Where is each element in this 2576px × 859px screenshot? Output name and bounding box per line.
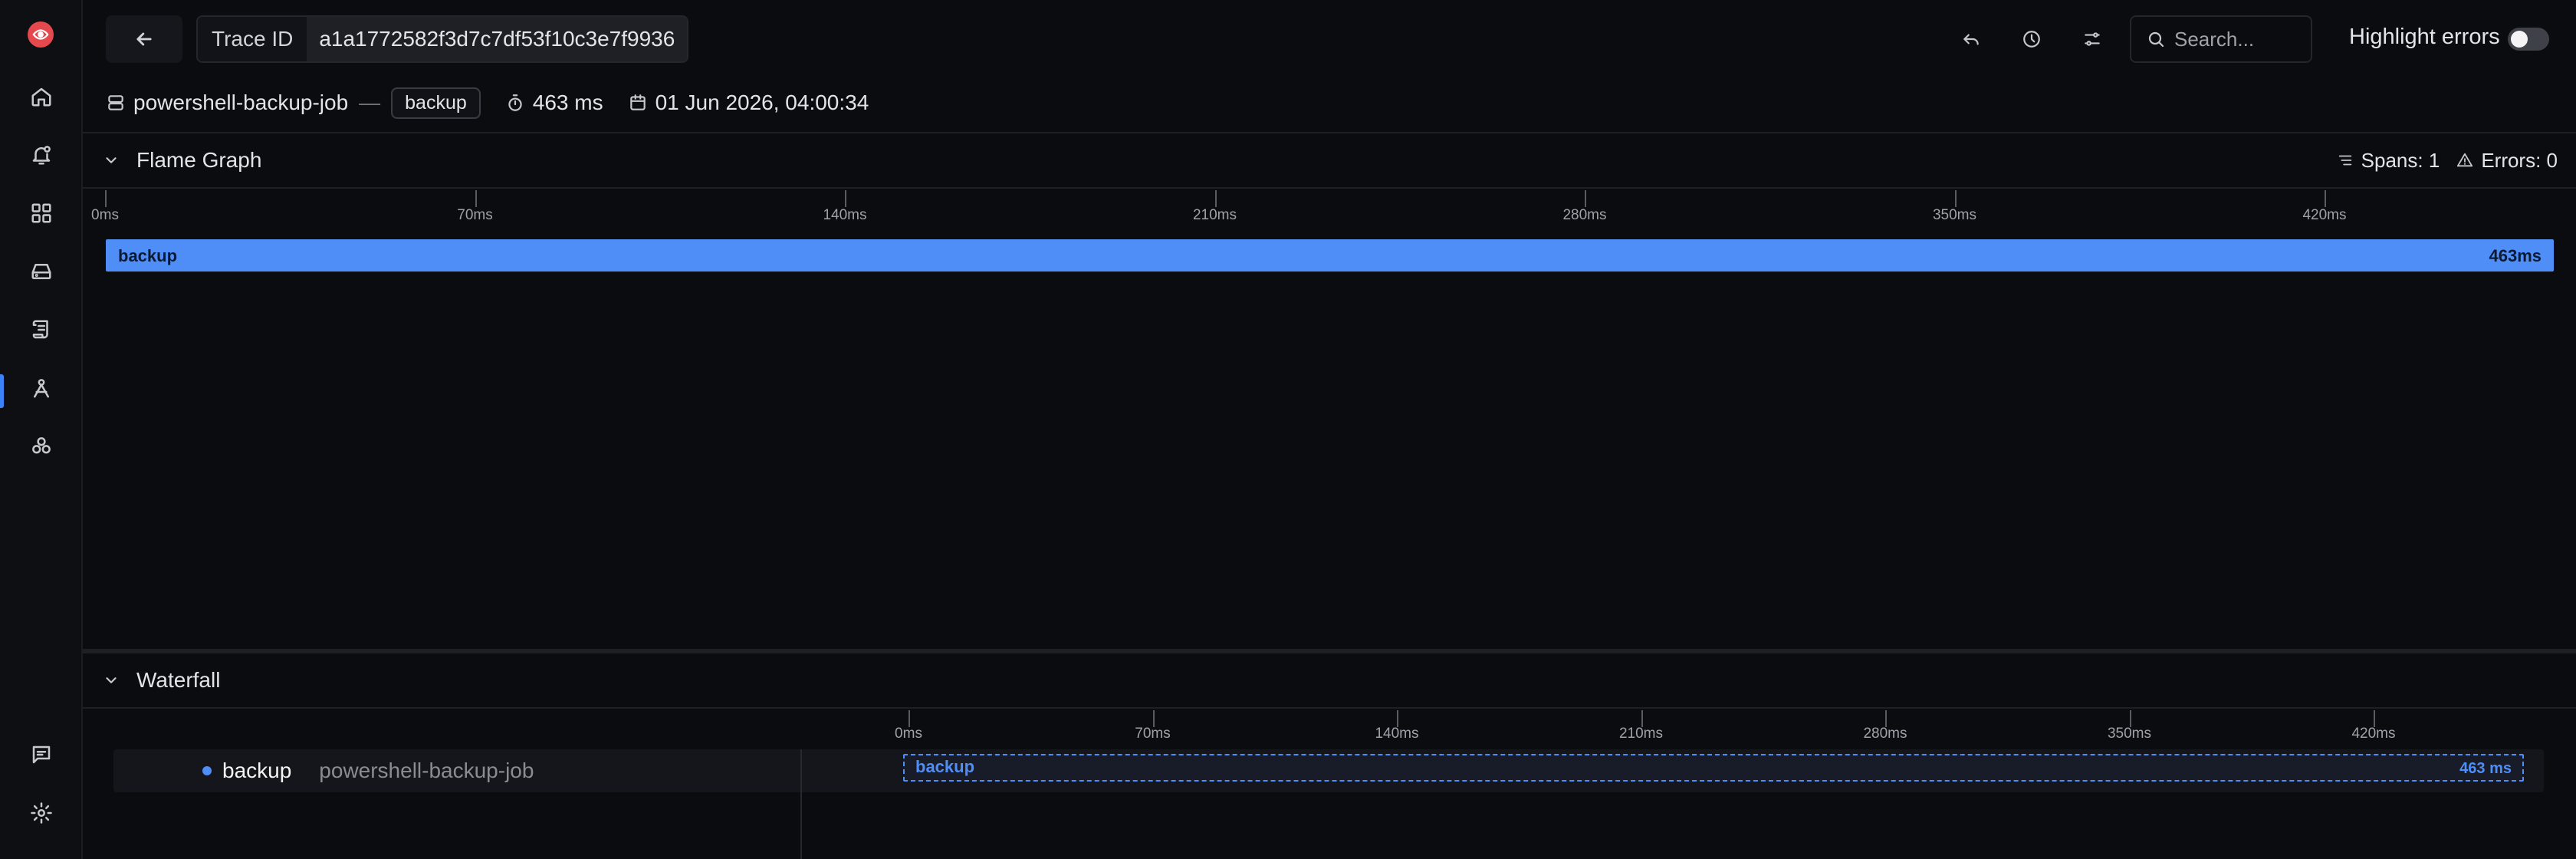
errors-stat: Errors: 0 xyxy=(2456,149,2558,173)
waterfall-axis-tick xyxy=(2374,710,2375,727)
back-button[interactable] xyxy=(106,15,182,63)
separator: — xyxy=(359,91,381,114)
list-bars-icon xyxy=(2338,155,2351,166)
logs-scroll-icon[interactable] xyxy=(26,314,57,345)
flame-axis-tick xyxy=(105,190,107,207)
column-resize-divider[interactable] xyxy=(800,749,802,859)
undo-icon[interactable] xyxy=(1953,21,1989,57)
top-header: Trace ID a1a1772582f3d7c7df53f10c3e7f993… xyxy=(83,0,2576,80)
flame-span-bar[interactable]: backup 463ms xyxy=(106,239,2554,272)
flame-graph-stats: Spans: 1 Errors: 0 xyxy=(2337,149,2558,173)
chevron-down-icon[interactable] xyxy=(103,672,120,689)
waterfall-title: Waterfall xyxy=(136,668,221,692)
waterfall-row-label: backup powershell-backup-job xyxy=(113,749,802,792)
feedback-message-icon[interactable] xyxy=(26,739,57,770)
trace-id-value[interactable]: a1a1772582f3d7c7df53f10c3e7f9936 xyxy=(307,17,688,61)
flame-axis-tick xyxy=(1214,190,1217,207)
trace-info-row: powershell-backup-job — backup 463 ms 01… xyxy=(106,86,869,120)
arrow-left-icon xyxy=(136,32,152,46)
sidebar xyxy=(0,0,83,859)
waterfall-axis-tick-label: 420ms xyxy=(2351,726,2396,742)
waterfall-axis-tick xyxy=(909,710,910,727)
spans-stat: Spans: 1 xyxy=(2337,149,2440,173)
flame-axis-tick-label: 70ms xyxy=(457,207,493,223)
app-root: Trace ID a1a1772582f3d7c7df53f10c3e7f993… xyxy=(0,0,2576,859)
chevron-down-icon[interactable] xyxy=(103,152,120,169)
waterfall-axis-tick-label: 0ms xyxy=(895,726,922,742)
trace-id-label: Trace ID xyxy=(198,17,307,61)
history-clock-icon[interactable] xyxy=(2014,21,2049,57)
filter-sliders-icon[interactable] xyxy=(2075,21,2110,57)
settings-gear-icon[interactable] xyxy=(26,798,57,828)
alerts-bell-icon[interactable] xyxy=(26,140,57,170)
flame-axis-tick-label: 350ms xyxy=(1932,207,1977,223)
dashboards-grid-icon[interactable] xyxy=(26,198,57,229)
service-name: powershell-backup-job xyxy=(133,91,349,114)
duration-item: 463 ms xyxy=(505,91,603,115)
stopwatch-icon xyxy=(508,94,522,111)
services-cluster-icon[interactable] xyxy=(26,431,57,462)
highlight-errors-toggle[interactable] xyxy=(2508,28,2549,51)
waterfall-span-duration: 463 ms xyxy=(2459,760,2512,777)
flame-axis-tick xyxy=(2325,190,2326,207)
waterfall-axis-tick xyxy=(1397,710,1398,727)
flame-axis-tick-label: 210ms xyxy=(1192,207,1237,223)
waterfall-axis-tick xyxy=(1885,710,1887,727)
flame-axis-tick-label: 0ms xyxy=(91,207,119,223)
storage-drive-icon[interactable] xyxy=(26,256,57,287)
errors-count: Errors: 0 xyxy=(2481,148,2558,172)
trace-timestamp: 01 Jun 2026, 04:00:34 xyxy=(655,91,869,114)
eye-icon[interactable] xyxy=(28,21,54,48)
operation-badge: backup xyxy=(391,87,481,119)
service-server-icon xyxy=(108,95,123,110)
waterfall-span-bar[interactable]: backup 463 ms xyxy=(903,754,2524,782)
active-nav-indicator xyxy=(0,374,4,408)
span-service: powershell-backup-job xyxy=(319,759,534,782)
waterfall-axis-tick xyxy=(1641,710,1643,727)
warning-triangle-icon xyxy=(2457,153,2473,167)
calendar-icon xyxy=(629,94,646,110)
home-icon[interactable] xyxy=(26,81,57,112)
timestamp-item: 01 Jun 2026, 04:00:34 xyxy=(628,91,869,115)
waterfall-axis-tick xyxy=(1152,710,1155,727)
trace-duration: 463 ms xyxy=(532,91,603,114)
trace-id-field: Trace ID a1a1772582f3d7c7df53f10c3e7f993… xyxy=(196,15,689,63)
search-field[interactable] xyxy=(2130,15,2312,63)
traces-icon[interactable] xyxy=(26,373,57,403)
flame-axis-tick-label: 140ms xyxy=(823,207,867,223)
flame-axis-tick-label: 420ms xyxy=(2302,207,2347,223)
flame-span-duration: 463ms xyxy=(2489,246,2542,265)
spans-count: Spans: 1 xyxy=(2361,148,2440,172)
flame-axis-tick-label: 280ms xyxy=(1562,207,1607,223)
flame-axis-tick xyxy=(475,190,477,207)
waterfall-axis-tick-label: 280ms xyxy=(1863,726,1907,742)
waterfall-axis-tick-label: 350ms xyxy=(2107,726,2152,742)
flame-graph-header[interactable]: Flame Graph Spans: 1 Errors: 0 xyxy=(83,132,2576,189)
waterfall-axis-tick-label: 210ms xyxy=(1618,726,1664,742)
waterfall-axis-tick xyxy=(2129,710,2131,727)
highlight-errors-label: Highlight errors xyxy=(2349,25,2500,49)
search-icon xyxy=(2148,31,2164,48)
waterfall-header[interactable]: Waterfall xyxy=(83,652,2576,709)
flame-span-name: backup xyxy=(118,246,178,265)
search-input[interactable] xyxy=(2174,27,2297,51)
waterfall-axis-tick-label: 140ms xyxy=(1375,726,1419,742)
flame-axis-tick xyxy=(845,190,846,207)
waterfall-span-name: backup xyxy=(915,757,975,776)
waterfall-axis-tick-label: 70ms xyxy=(1135,726,1171,742)
flame-axis-tick xyxy=(1954,190,1957,207)
span-name: backup xyxy=(222,759,292,782)
flame-graph-title: Flame Graph xyxy=(136,148,262,172)
span-status-dot xyxy=(202,766,212,775)
flame-axis-tick xyxy=(1585,190,1586,207)
